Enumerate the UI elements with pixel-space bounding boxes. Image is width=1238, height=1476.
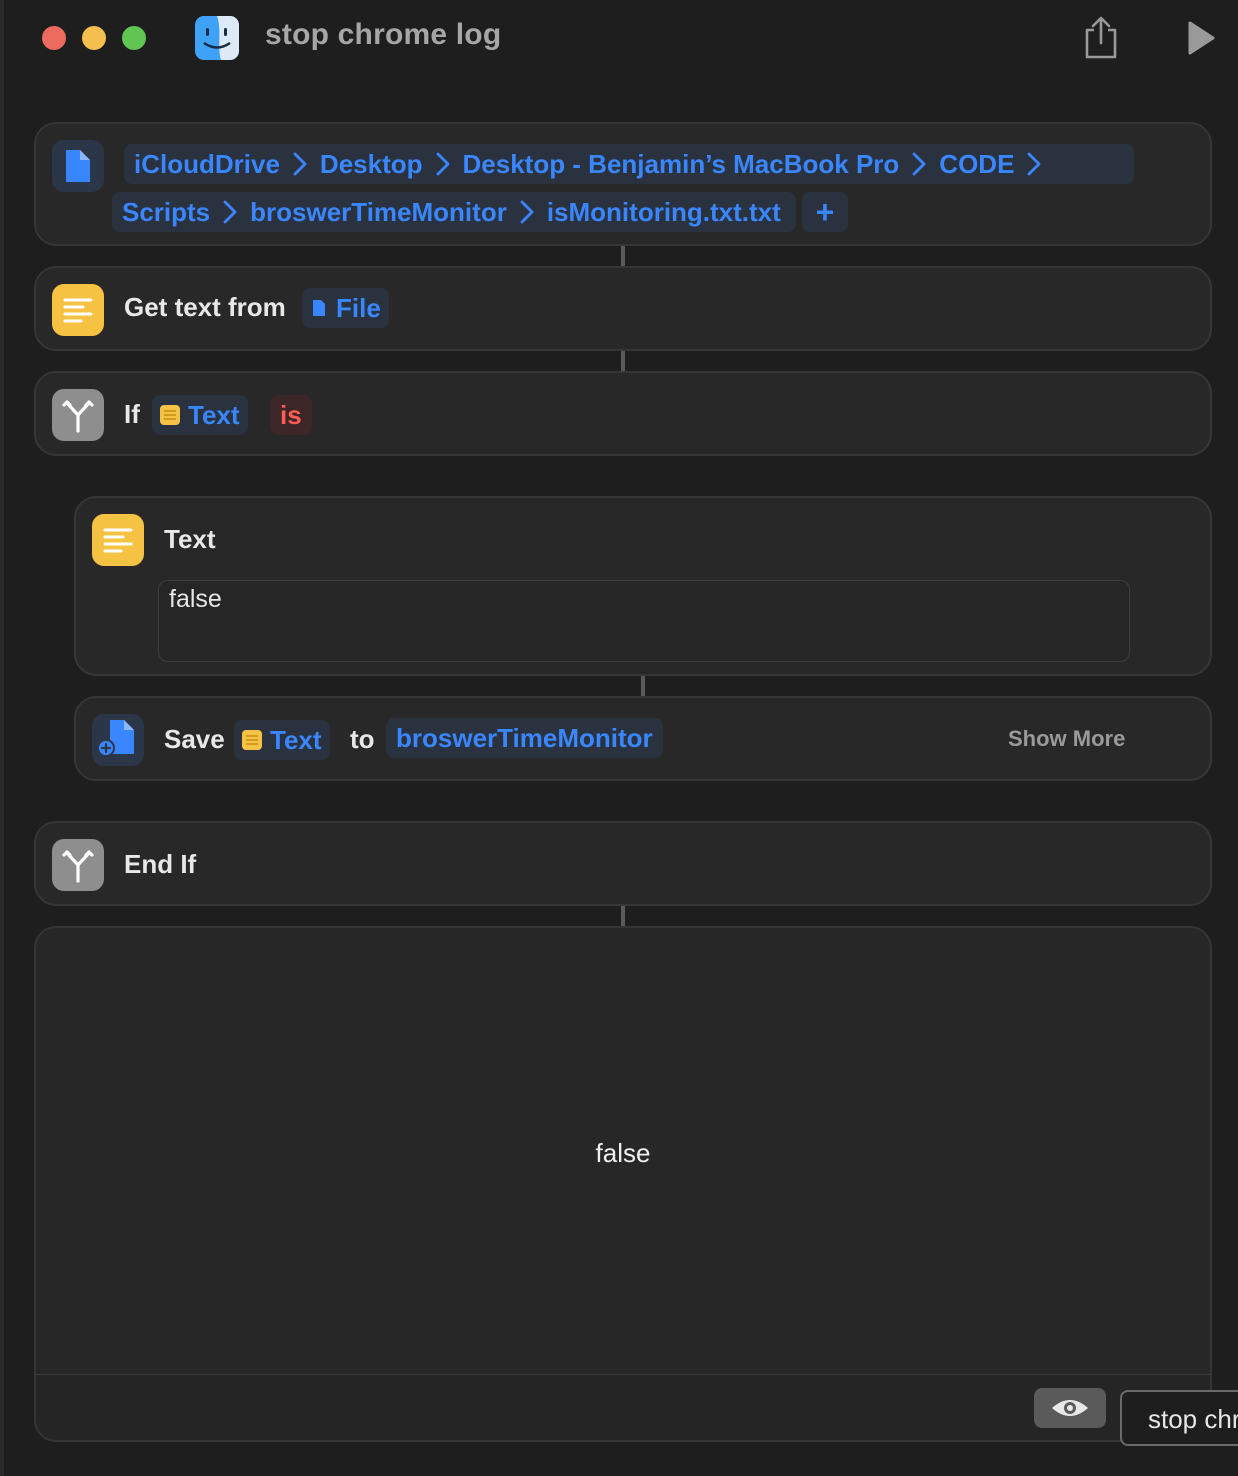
get-text-label: Get text from bbox=[124, 292, 286, 322]
file-icon bbox=[66, 150, 90, 182]
chevron-right-icon bbox=[520, 200, 534, 224]
text-lines-icon bbox=[103, 528, 133, 553]
if-branch-icon bbox=[52, 839, 104, 891]
text-lines-icon bbox=[63, 298, 93, 323]
save-file-glyph bbox=[97, 720, 134, 757]
save-label: Save bbox=[164, 724, 225, 754]
result-panel: false bbox=[34, 926, 1212, 1442]
path-segment-broswertimemonitor[interactable]: broswerTimeMonitor bbox=[250, 197, 507, 228]
path-segment-desktop-macbook[interactable]: Desktop - Benjamin’s MacBook Pro bbox=[463, 149, 900, 180]
text-content-value: false bbox=[169, 585, 222, 613]
get-text-action-card[interactable]: Get text from File bbox=[34, 266, 1212, 351]
branch-glyph bbox=[62, 400, 94, 433]
file-action-card[interactable]: iCloudDrive Desktop Desktop - Benjamin’s… bbox=[34, 122, 1212, 246]
show-more-button[interactable]: Show More bbox=[1008, 726, 1125, 752]
preview-button[interactable] bbox=[1034, 1388, 1106, 1428]
text-icon bbox=[242, 730, 262, 750]
add-path-button[interactable]: + bbox=[802, 192, 848, 232]
if-input-token[interactable]: Text bbox=[152, 395, 248, 435]
share-icon[interactable] bbox=[1082, 16, 1120, 60]
chevron-right-icon bbox=[293, 152, 307, 176]
save-input-label: Text bbox=[270, 724, 322, 755]
save-destination-token[interactable]: broswerTimeMonitor bbox=[386, 718, 663, 758]
file-action-icon-box bbox=[52, 140, 104, 192]
minimize-window-button[interactable] bbox=[82, 26, 106, 50]
path-segment-code[interactable]: CODE bbox=[939, 149, 1014, 180]
chevron-right-icon bbox=[223, 200, 237, 224]
action-connector bbox=[641, 676, 645, 696]
text-icon bbox=[160, 405, 180, 425]
window-edge bbox=[0, 0, 4, 1476]
text-icon bbox=[52, 284, 104, 336]
if-label: If bbox=[124, 399, 140, 429]
if-branch-icon bbox=[52, 389, 104, 441]
result-tab-label: stop chrome log bbox=[1148, 1404, 1238, 1434]
file-path-row-2[interactable]: Scripts broswerTimeMonitor isMonitoring.… bbox=[112, 192, 796, 232]
if-condition-token[interactable]: is bbox=[270, 395, 312, 435]
chevron-right-icon bbox=[1028, 152, 1041, 176]
result-value: false bbox=[595, 1138, 651, 1168]
close-window-button[interactable] bbox=[42, 26, 66, 50]
save-input-token[interactable]: Text bbox=[234, 720, 330, 760]
save-to-label: to bbox=[350, 724, 375, 754]
path-segment-filename[interactable]: isMonitoring.txt.txt bbox=[547, 197, 781, 228]
window-title: stop chrome log bbox=[265, 18, 502, 51]
file-path-row-1[interactable]: iCloudDrive Desktop Desktop - Benjamin’s… bbox=[124, 144, 1134, 184]
add-path-label: + bbox=[815, 193, 835, 230]
get-text-input-label: File bbox=[336, 292, 381, 323]
path-segment-scripts[interactable]: Scripts bbox=[122, 197, 210, 228]
result-tab[interactable]: stop chrome log bbox=[1120, 1390, 1238, 1446]
save-file-icon bbox=[92, 714, 144, 766]
eye-icon bbox=[1052, 1400, 1088, 1416]
path-segment-icloud-drive[interactable]: iCloudDrive bbox=[134, 149, 280, 180]
action-connector bbox=[621, 906, 625, 926]
if-action-card[interactable]: If Text is bbox=[34, 371, 1212, 456]
branch-glyph bbox=[62, 850, 94, 883]
text-action-card[interactable]: Text false bbox=[74, 496, 1212, 676]
if-condition-label: is bbox=[280, 399, 302, 430]
end-if-label: End If bbox=[124, 849, 197, 879]
if-input-label: Text bbox=[188, 399, 240, 430]
chevron-right-icon bbox=[436, 152, 449, 176]
end-if-action-card[interactable]: End If bbox=[34, 821, 1212, 906]
action-connector bbox=[621, 246, 625, 266]
chevron-right-icon bbox=[912, 152, 926, 176]
run-icon[interactable] bbox=[1186, 20, 1216, 56]
text-action-label: Text bbox=[164, 524, 216, 554]
get-text-input-token[interactable]: File bbox=[302, 288, 389, 328]
save-destination-label: broswerTimeMonitor bbox=[396, 722, 653, 753]
save-action-card[interactable]: Save Text to broswerTimeMonitor Show Mor… bbox=[74, 696, 1212, 781]
action-connector bbox=[621, 351, 625, 371]
text-icon bbox=[92, 514, 144, 566]
file-icon bbox=[313, 300, 325, 316]
finder-app-icon bbox=[195, 16, 239, 60]
path-segment-desktop[interactable]: Desktop bbox=[320, 149, 423, 180]
zoom-window-button[interactable] bbox=[122, 26, 146, 50]
text-content-field[interactable]: false bbox=[158, 580, 1130, 662]
